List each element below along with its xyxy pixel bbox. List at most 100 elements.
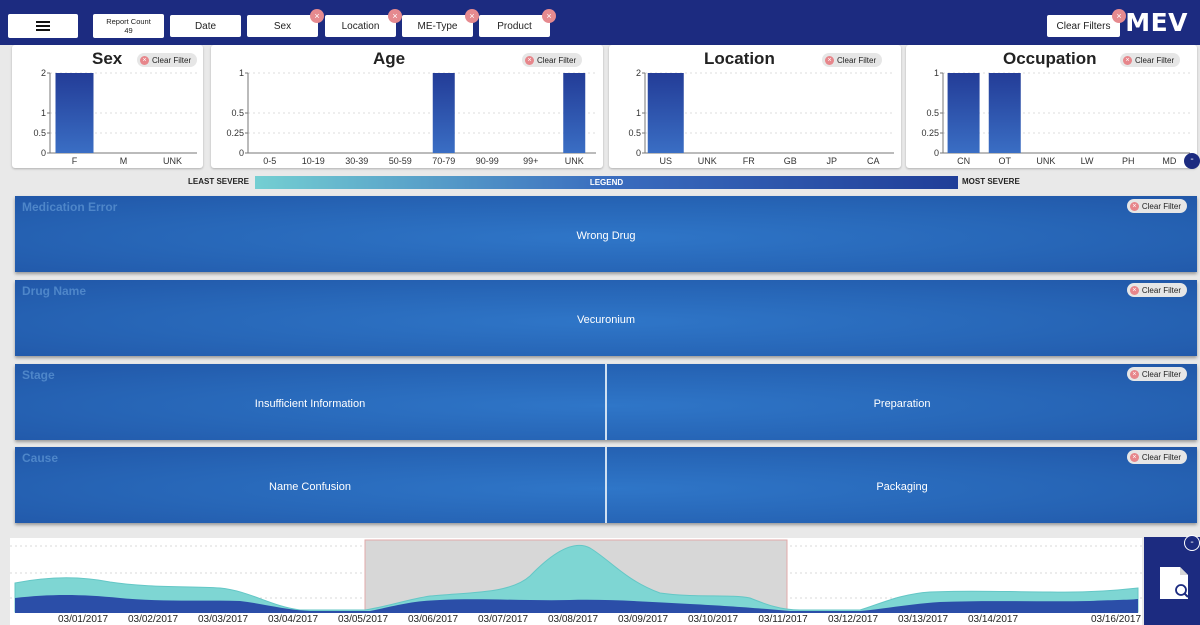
me-type-filter-label: ME-Type bbox=[417, 20, 458, 32]
clear-filter-label: Clear Filter bbox=[1141, 452, 1181, 462]
medication-error-block: Medication Error × Clear Filter Wrong Dru… bbox=[15, 196, 1197, 272]
y-tick-label: 1 bbox=[934, 68, 939, 78]
y-tick-label: 0.5 bbox=[33, 128, 46, 138]
y-tick-label: 2 bbox=[41, 68, 46, 78]
x-tick-label: CA bbox=[867, 156, 880, 166]
sex-filter-label: Sex bbox=[273, 20, 292, 32]
x-tick-label: F bbox=[72, 156, 78, 166]
date-filter-button[interactable]: Date bbox=[170, 15, 241, 37]
remove-me-type-filter-icon[interactable]: × bbox=[465, 9, 479, 23]
x-tick-label: 0-5 bbox=[263, 156, 276, 166]
x-tick-label: UNK bbox=[163, 156, 182, 166]
remove-product-filter-icon[interactable]: × bbox=[542, 9, 556, 23]
y-tick-label: 0.25 bbox=[226, 128, 244, 138]
legend-title: LEGEND bbox=[589, 178, 624, 187]
timeline-date-label: 03/16/2017 bbox=[1091, 614, 1141, 625]
drug-name-label: Drug Name bbox=[22, 284, 87, 298]
timeline-date-label: 03/01/2017 bbox=[58, 614, 108, 625]
stage-clear-filter-button[interactable]: × Clear Filter bbox=[1126, 367, 1187, 381]
timeline-date-label: 03/14/2017 bbox=[968, 614, 1018, 625]
clear-filter-label: Clear Filter bbox=[1141, 201, 1181, 211]
x-tick-label: 10-19 bbox=[302, 156, 325, 166]
y-tick-label: 0.25 bbox=[921, 128, 939, 138]
timeline-date-label: 03/12/2017 bbox=[828, 614, 878, 625]
cause-tile-name-confusion[interactable]: Name Confusion bbox=[15, 481, 605, 493]
bar-OT[interactable] bbox=[988, 73, 1021, 153]
collapse-panels-toggle[interactable]: - bbox=[1184, 153, 1200, 169]
x-tick-label: 50-59 bbox=[389, 156, 412, 166]
timeline-date-label: 03/13/2017 bbox=[898, 614, 948, 625]
timeline-date-label: 03/05/2017 bbox=[338, 614, 388, 625]
sex-filter-button[interactable]: Sex × bbox=[247, 9, 324, 37]
cause-clear-filter-button[interactable]: × Clear Filter bbox=[1126, 450, 1187, 464]
legend-least-severe: LEAST SEVERE bbox=[188, 177, 249, 186]
clear-filters-label: Clear Filters bbox=[1056, 20, 1111, 32]
x-tick-label: 30-39 bbox=[345, 156, 368, 166]
clear-all-filters-icon[interactable]: × bbox=[1112, 9, 1126, 23]
occupation-panel: Occupation × Clear Filter 1 0.5 0.25 0 CN OT UN… bbox=[906, 45, 1197, 168]
report-count-value: 49 bbox=[124, 26, 133, 35]
sex-panel: Sex × Clear Filter 2 1 0.5 0 F M UNK bbox=[12, 45, 203, 168]
bar-CN[interactable] bbox=[947, 73, 980, 153]
clear-icon: × bbox=[1129, 369, 1139, 379]
bar-70-79[interactable] bbox=[432, 73, 455, 153]
collapse-timeline-toggle[interactable]: - bbox=[1184, 535, 1200, 551]
bar-US[interactable] bbox=[647, 73, 684, 153]
clear-filter-label: Clear Filter bbox=[1141, 369, 1181, 379]
y-tick-label: 1 bbox=[41, 108, 46, 118]
remove-sex-filter-icon[interactable]: × bbox=[310, 9, 324, 23]
x-tick-label: OT bbox=[999, 156, 1012, 166]
hamburger-icon bbox=[36, 21, 50, 31]
timeline-date-label: 03/11/2017 bbox=[758, 614, 808, 625]
top-navbar: Report Count 49 Date Sex × Location × ME-T… bbox=[0, 0, 1200, 45]
clear-icon: × bbox=[1129, 452, 1139, 462]
remove-location-filter-icon[interactable]: × bbox=[388, 9, 402, 23]
occupation-bar-chart: 1 0.5 0.25 0 CN OT UNK LW PH MD bbox=[921, 68, 1190, 166]
stage-tile-preparation[interactable]: Preparation bbox=[607, 398, 1197, 410]
cause-block: Cause × Clear Filter Name Confusion Packa… bbox=[15, 447, 1197, 523]
drug-name-tile-vecuronium[interactable]: Vecuronium bbox=[15, 314, 1197, 326]
x-tick-label: 90-99 bbox=[476, 156, 499, 166]
drug-name-clear-filter-button[interactable]: × Clear Filter bbox=[1126, 283, 1187, 297]
y-tick-label: 0 bbox=[41, 148, 46, 158]
x-tick-label: JP bbox=[826, 156, 837, 166]
x-tick-label: US bbox=[659, 156, 672, 166]
x-tick-label: MD bbox=[1162, 156, 1176, 166]
x-tick-label: GB bbox=[784, 156, 797, 166]
y-tick-label: 1 bbox=[636, 108, 641, 118]
medication-error-tile-wrong-drug[interactable]: Wrong Drug bbox=[15, 230, 1197, 242]
x-tick-label: UNK bbox=[565, 156, 584, 166]
report-count: Report Count 49 bbox=[93, 14, 164, 38]
stage-label: Stage bbox=[22, 368, 55, 382]
timeline-area-chart: 03/01/2017 03/02/2017 03/03/2017 03/04/2017… bbox=[10, 539, 1142, 625]
timeline-date-label: 03/10/2017 bbox=[688, 614, 738, 625]
age-panel: Age × Clear Filter 1 0.5 0.25 0 0-5 10-19 30-39… bbox=[211, 45, 603, 168]
legend-most-severe: MOST SEVERE bbox=[962, 177, 1020, 186]
y-tick-label: 2 bbox=[636, 68, 641, 78]
y-tick-label: 1 bbox=[239, 68, 244, 78]
date-timeline[interactable]: 03/01/2017 03/02/2017 03/03/2017 03/04/2017… bbox=[10, 538, 1142, 625]
x-tick-label: 99+ bbox=[523, 156, 538, 166]
stage-tile-insufficient-information[interactable]: Insufficient Information bbox=[15, 398, 605, 410]
legend-gradient-bar: LEGEND bbox=[255, 176, 958, 189]
cause-tile-packaging[interactable]: Packaging bbox=[607, 481, 1197, 493]
timeline-date-label: 03/08/2017 bbox=[548, 614, 598, 625]
bar-UNK[interactable] bbox=[563, 73, 586, 153]
location-filter-button[interactable]: Location × bbox=[325, 9, 402, 37]
bar-F[interactable] bbox=[55, 73, 94, 153]
medication-error-clear-filter-button[interactable]: × Clear Filter bbox=[1126, 199, 1187, 213]
timeline-date-label: 03/02/2017 bbox=[128, 614, 178, 625]
y-tick-label: 0.5 bbox=[628, 128, 641, 138]
clear-icon: × bbox=[1129, 201, 1139, 211]
menu-button[interactable] bbox=[8, 14, 78, 38]
clear-filter-label: Clear Filter bbox=[1141, 285, 1181, 295]
x-tick-label: LW bbox=[1081, 156, 1094, 166]
me-type-filter-button[interactable]: ME-Type × bbox=[402, 9, 479, 37]
product-filter-button[interactable]: Product × bbox=[479, 9, 556, 37]
report-count-label: Report Count bbox=[106, 17, 151, 26]
location-filter-label: Location bbox=[341, 20, 380, 32]
timeline-date-label: 03/09/2017 bbox=[618, 614, 668, 625]
clear-filters-button[interactable]: Clear Filters × bbox=[1047, 9, 1126, 37]
y-tick-label: 0.5 bbox=[231, 108, 244, 118]
severity-legend: LEAST SEVERE LEGEND MOST SEVERE bbox=[0, 175, 1200, 190]
